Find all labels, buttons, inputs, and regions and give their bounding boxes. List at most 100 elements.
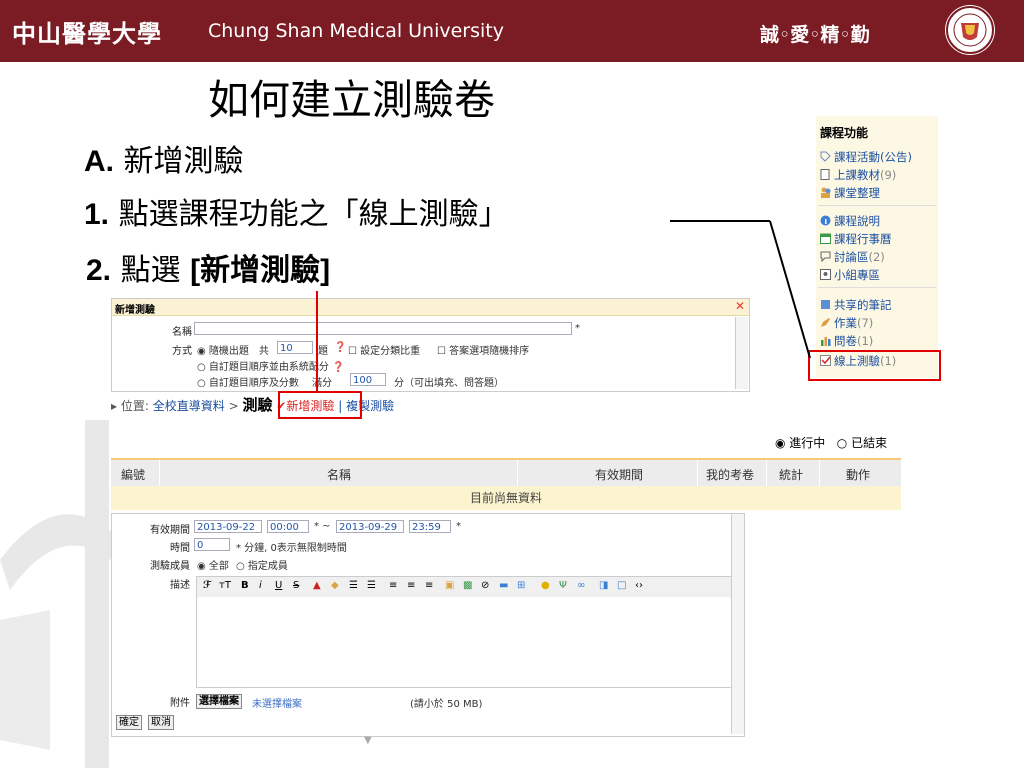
end-time-input[interactable]: 23:59 [409, 520, 451, 533]
sidebar-item-forum[interactable]: 討論區(2) [820, 249, 885, 265]
no-format-icon[interactable]: ⊘ [481, 580, 489, 591]
sidebar-item-syllabus[interactable]: 課程說明 [820, 213, 880, 229]
column-divider [517, 460, 518, 486]
scroll-down-indicator: ▼ [364, 735, 372, 746]
help-icon[interactable]: ❓ [332, 362, 344, 373]
status-ongoing-radio[interactable]: ◉ 進行中 [775, 436, 825, 450]
text-color-icon[interactable]: ▲ [313, 580, 321, 591]
sidebar-item-materials[interactable]: 上課教材(9) [820, 167, 896, 183]
new-test-form-panel: 新增測驗 ✕ 名稱 * 方式 ◉ 隨機出題 共 10 題 ❓ ☐ 設定分類比重 … [111, 298, 750, 392]
form-scrollbar[interactable] [735, 317, 748, 389]
column-header-period[interactable]: 有效期間 [595, 466, 643, 483]
duration-note: * 分鐘, 0表示無限制時間 [236, 543, 347, 554]
step-2-heading: 2. 點選 [新增測驗] [86, 245, 330, 289]
fullscreen-icon[interactable]: □ [617, 580, 626, 591]
sidebar-item-group[interactable]: 小組專區 [820, 267, 880, 283]
option-shuffle[interactable]: ☐ 答案選項隨機排序 [437, 342, 529, 357]
end-date-input[interactable]: 2013-09-29 [336, 520, 404, 533]
start-date-input[interactable]: 2013-09-22 [194, 520, 262, 533]
align-right-icon[interactable]: ≡ [425, 580, 433, 591]
course-function-sidebar: 課程功能 課程活動(公告) 上課教材(9) 課堂整理 課程說明 課程行事曆 討論… [816, 116, 938, 378]
table-icon[interactable]: ⊞ [517, 580, 525, 591]
status-ended-radio[interactable]: ○ 已結束 [837, 436, 887, 450]
unordered-list-icon[interactable]: ☰ [367, 580, 376, 591]
option-order-score[interactable]: ○ 自訂題目順序及分數 [197, 374, 299, 389]
close-icon[interactable]: ✕ [735, 299, 745, 313]
members-label: 測驗成員 [150, 561, 190, 572]
media-icon[interactable]: ▬ [499, 580, 508, 591]
option-random-suffix: 題 [318, 346, 328, 357]
full-score-input[interactable]: 100 [350, 373, 386, 386]
sidebar-item-calendar[interactable]: 課程行事曆 [820, 231, 892, 247]
period-label: 有效期間 [150, 525, 190, 536]
breadcrumb-prefix: ▸ 位置: [111, 399, 149, 413]
underline-icon[interactable]: U [275, 580, 282, 591]
file-icon[interactable]: ◨ [599, 580, 608, 591]
chat-icon [820, 251, 831, 263]
info-icon [820, 215, 831, 226]
column-divider [697, 460, 698, 486]
option-random[interactable]: ◉ 隨機出題 共 [197, 342, 269, 357]
university-cn-name: 中山醫學大學 [12, 19, 162, 48]
cancel-button[interactable]: 取消 [148, 715, 174, 730]
university-banner: 中山醫學大學 Chung Shan Medical University 誠◦愛… [0, 0, 1024, 62]
description-label: 描述 [170, 580, 190, 591]
settings-scrollbar[interactable] [731, 514, 744, 734]
image-icon[interactable]: ▩ [463, 580, 472, 591]
file-status: 未選擇檔案 [252, 699, 302, 710]
step-1-prefix: 1. [84, 198, 110, 231]
strikethrough-icon[interactable]: S [293, 580, 299, 591]
sidebar-item-homework[interactable]: 作業(7) [820, 315, 873, 331]
members-all-radio[interactable]: ◉ 全部 [197, 557, 229, 572]
bar-chart-icon [820, 335, 831, 346]
font-family-icon[interactable]: ℱ [203, 580, 211, 591]
paste-icon[interactable]: ▣ [445, 580, 454, 591]
highlight-online-test [808, 350, 941, 381]
editor-toolbar: ℱ тT B i U S ▲ ◆ ☰ ☰ ≡ ≡ ≡ ▣ ▩ ⊘ ▬ ⊞ ● Ψ… [196, 576, 732, 598]
bold-icon[interactable]: B [241, 580, 249, 591]
link-icon[interactable]: ∞ [577, 580, 585, 591]
sidebar-divider [818, 205, 936, 206]
members-specific-radio[interactable]: ○ 指定成員 [236, 557, 288, 572]
align-center-icon[interactable]: ≡ [407, 580, 415, 591]
sidebar-item-shared-notes[interactable]: 共享的筆記 [820, 297, 892, 313]
step-a-text: 新增測驗 [114, 144, 244, 179]
university-motto: 誠◦愛◦精◦勤 [760, 24, 870, 46]
description-editor[interactable] [196, 597, 732, 688]
breadcrumb-link-school[interactable]: 全校直導資料 [153, 399, 225, 413]
sidebar-item-activity[interactable]: 課程活動(公告) [820, 149, 912, 165]
file-size-limit: (請小於 50 MB) [410, 699, 483, 710]
full-score-label: 滿分 [312, 378, 332, 389]
option-order-auto[interactable]: ○ 自訂題目順序並由系統配分 ❓ [197, 358, 345, 373]
help-icon[interactable]: ❓ [334, 342, 346, 353]
random-count-input[interactable]: 10 [277, 341, 313, 354]
align-left-icon[interactable]: ≡ [389, 580, 397, 591]
column-header-id[interactable]: 編號 [121, 466, 145, 483]
highlight-icon[interactable]: ◆ [331, 580, 339, 591]
calendar-icon [820, 233, 831, 244]
people-icon [820, 187, 831, 198]
italic-icon[interactable]: i [259, 580, 262, 591]
duration-input[interactable]: 0 [194, 538, 230, 551]
font-size-icon[interactable]: тT [219, 580, 231, 591]
step-1-text: 點選課程功能之「線上測驗」 [109, 197, 509, 232]
breadcrumb-current: 測驗 [242, 396, 273, 414]
step-a-heading: A. 新增測驗 [84, 136, 244, 180]
sidebar-item-class-notes[interactable]: 課堂整理 [820, 185, 880, 201]
start-time-input[interactable]: 00:00 [267, 520, 309, 533]
option-ratio[interactable]: ☐ 設定分類比重 [348, 342, 420, 357]
choose-file-button[interactable]: 選擇檔案 [196, 694, 242, 709]
column-header-stats: 統計 [779, 468, 804, 482]
emoji-icon[interactable]: ● [541, 580, 550, 591]
period-tilde: * ~ [314, 521, 331, 532]
required-mark: * [575, 323, 580, 334]
method-label: 方式 [172, 346, 192, 357]
pencil-icon [820, 317, 831, 328]
source-code-icon[interactable]: ‹› [635, 580, 643, 591]
symbol-icon[interactable]: Ψ [559, 580, 567, 591]
ok-button[interactable]: 確定 [116, 715, 142, 730]
sidebar-item-survey[interactable]: 問卷(1) [820, 333, 873, 349]
column-header-name[interactable]: 名稱 [327, 466, 351, 483]
ordered-list-icon[interactable]: ☰ [349, 580, 358, 591]
test-name-input[interactable] [194, 322, 572, 335]
